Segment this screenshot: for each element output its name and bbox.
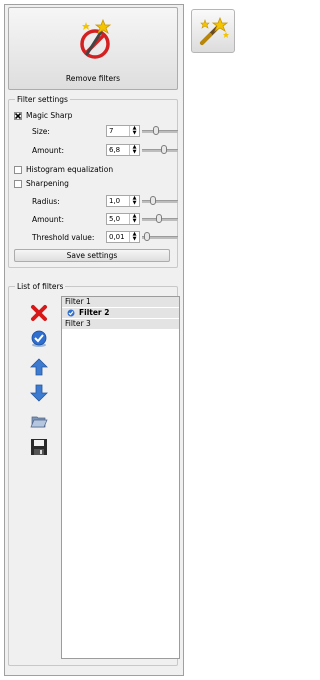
radius-slider[interactable] (142, 195, 178, 207)
magic-sharp-label: Magic Sharp (26, 111, 73, 120)
delete-filter-icon[interactable] (30, 304, 48, 322)
spin-down-icon[interactable]: ▼ (130, 150, 139, 155)
magic-sharp-check-box[interactable] (14, 111, 22, 120)
amount-label: Amount: (32, 146, 64, 155)
sharpening-checkbox[interactable]: Sharpening (14, 179, 69, 188)
amount-value[interactable]: 6,8 (107, 145, 129, 155)
sharpening-label: Sharpening (26, 179, 69, 188)
radius-spinbox[interactable]: 1,0 ▲ ▼ (106, 195, 140, 207)
threshold-label: Threshold value: (32, 233, 94, 242)
size-slider-thumb[interactable] (153, 126, 159, 135)
histogram-check-box[interactable] (14, 165, 22, 174)
sharp-amount-label-text: Amount: (32, 215, 64, 224)
list-item-label: Filter 1 (65, 297, 91, 306)
threshold-slider-thumb[interactable] (144, 232, 150, 241)
sharp-amount-spinbox[interactable]: 5,0 ▲ ▼ (106, 213, 140, 225)
size-value[interactable]: 7 (107, 126, 129, 136)
sharp-amount-slider-thumb[interactable] (156, 214, 162, 223)
sharp-amount-slider[interactable] (142, 213, 178, 225)
amount-label-text: Amount: (32, 146, 64, 155)
threshold-value[interactable]: 0,01 (107, 232, 129, 242)
save-settings-button[interactable]: Save settings (14, 249, 170, 262)
spin-down-icon[interactable]: ▼ (130, 237, 139, 242)
remove-filters-label: Remove filters (65, 74, 121, 83)
amount-slider-thumb[interactable] (161, 145, 167, 154)
amount-slider[interactable] (142, 144, 178, 156)
threshold-slider[interactable] (142, 231, 178, 243)
list-item[interactable]: Filter 2 (62, 308, 179, 319)
spin-down-icon[interactable]: ▼ (130, 131, 139, 136)
histogram-equalization-checkbox[interactable]: Histogram equalization (14, 165, 113, 174)
remove-filters-icon (80, 18, 112, 59)
magic-wand-button[interactable] (191, 9, 235, 53)
list-item-label: Filter 3 (65, 319, 91, 328)
spin-down-icon[interactable]: ▼ (130, 219, 139, 224)
filters-list[interactable]: Filter 1 Filter 2 Filter 3 (61, 296, 180, 659)
move-up-icon[interactable] (30, 358, 48, 376)
active-filter-icon (67, 309, 75, 317)
size-slider-track (142, 130, 178, 133)
radius-slider-track (142, 200, 178, 203)
radius-value[interactable]: 1,0 (107, 196, 129, 206)
sharpening-check-box[interactable] (14, 179, 22, 188)
size-label: Size: (32, 127, 50, 136)
check-cross-icon (15, 112, 21, 119)
apply-filter-icon[interactable] (30, 330, 48, 348)
spin-down-icon[interactable]: ▼ (130, 201, 139, 206)
size-label-text: Size: (32, 127, 50, 136)
radius-label: Radius: (32, 197, 60, 206)
threshold-label-text: Threshold value: (32, 233, 95, 242)
magic-wand-icon (200, 16, 229, 45)
remove-filters-button[interactable]: Remove filters (8, 7, 178, 90)
magic-sharp-checkbox[interactable]: Magic Sharp (14, 111, 72, 120)
size-spinbox[interactable]: 7 ▲ ▼ (106, 125, 140, 137)
amount-spinbox[interactable]: 6,8 ▲ ▼ (106, 144, 140, 156)
move-down-icon[interactable] (30, 384, 48, 402)
histogram-equalization-label: Histogram equalization (26, 165, 114, 174)
save-icon[interactable] (30, 438, 48, 456)
sharp-amount-label: Amount: (32, 215, 64, 224)
amount-slider-track (142, 149, 178, 152)
sharp-amount-value[interactable]: 5,0 (107, 214, 129, 224)
list-item[interactable]: Filter 1 (62, 297, 179, 308)
radius-label-text: Radius: (32, 197, 60, 206)
open-folder-icon[interactable] (30, 412, 48, 430)
threshold-spinbox[interactable]: 0,01 ▲ ▼ (106, 231, 140, 243)
size-slider[interactable] (142, 125, 178, 137)
list-of-filters-title: List of filters (15, 281, 66, 292)
radius-slider-thumb[interactable] (150, 196, 156, 205)
filter-settings-title: Filter settings (15, 94, 70, 105)
list-item-label: Filter 2 (79, 308, 110, 317)
list-item[interactable]: Filter 3 (62, 319, 179, 330)
